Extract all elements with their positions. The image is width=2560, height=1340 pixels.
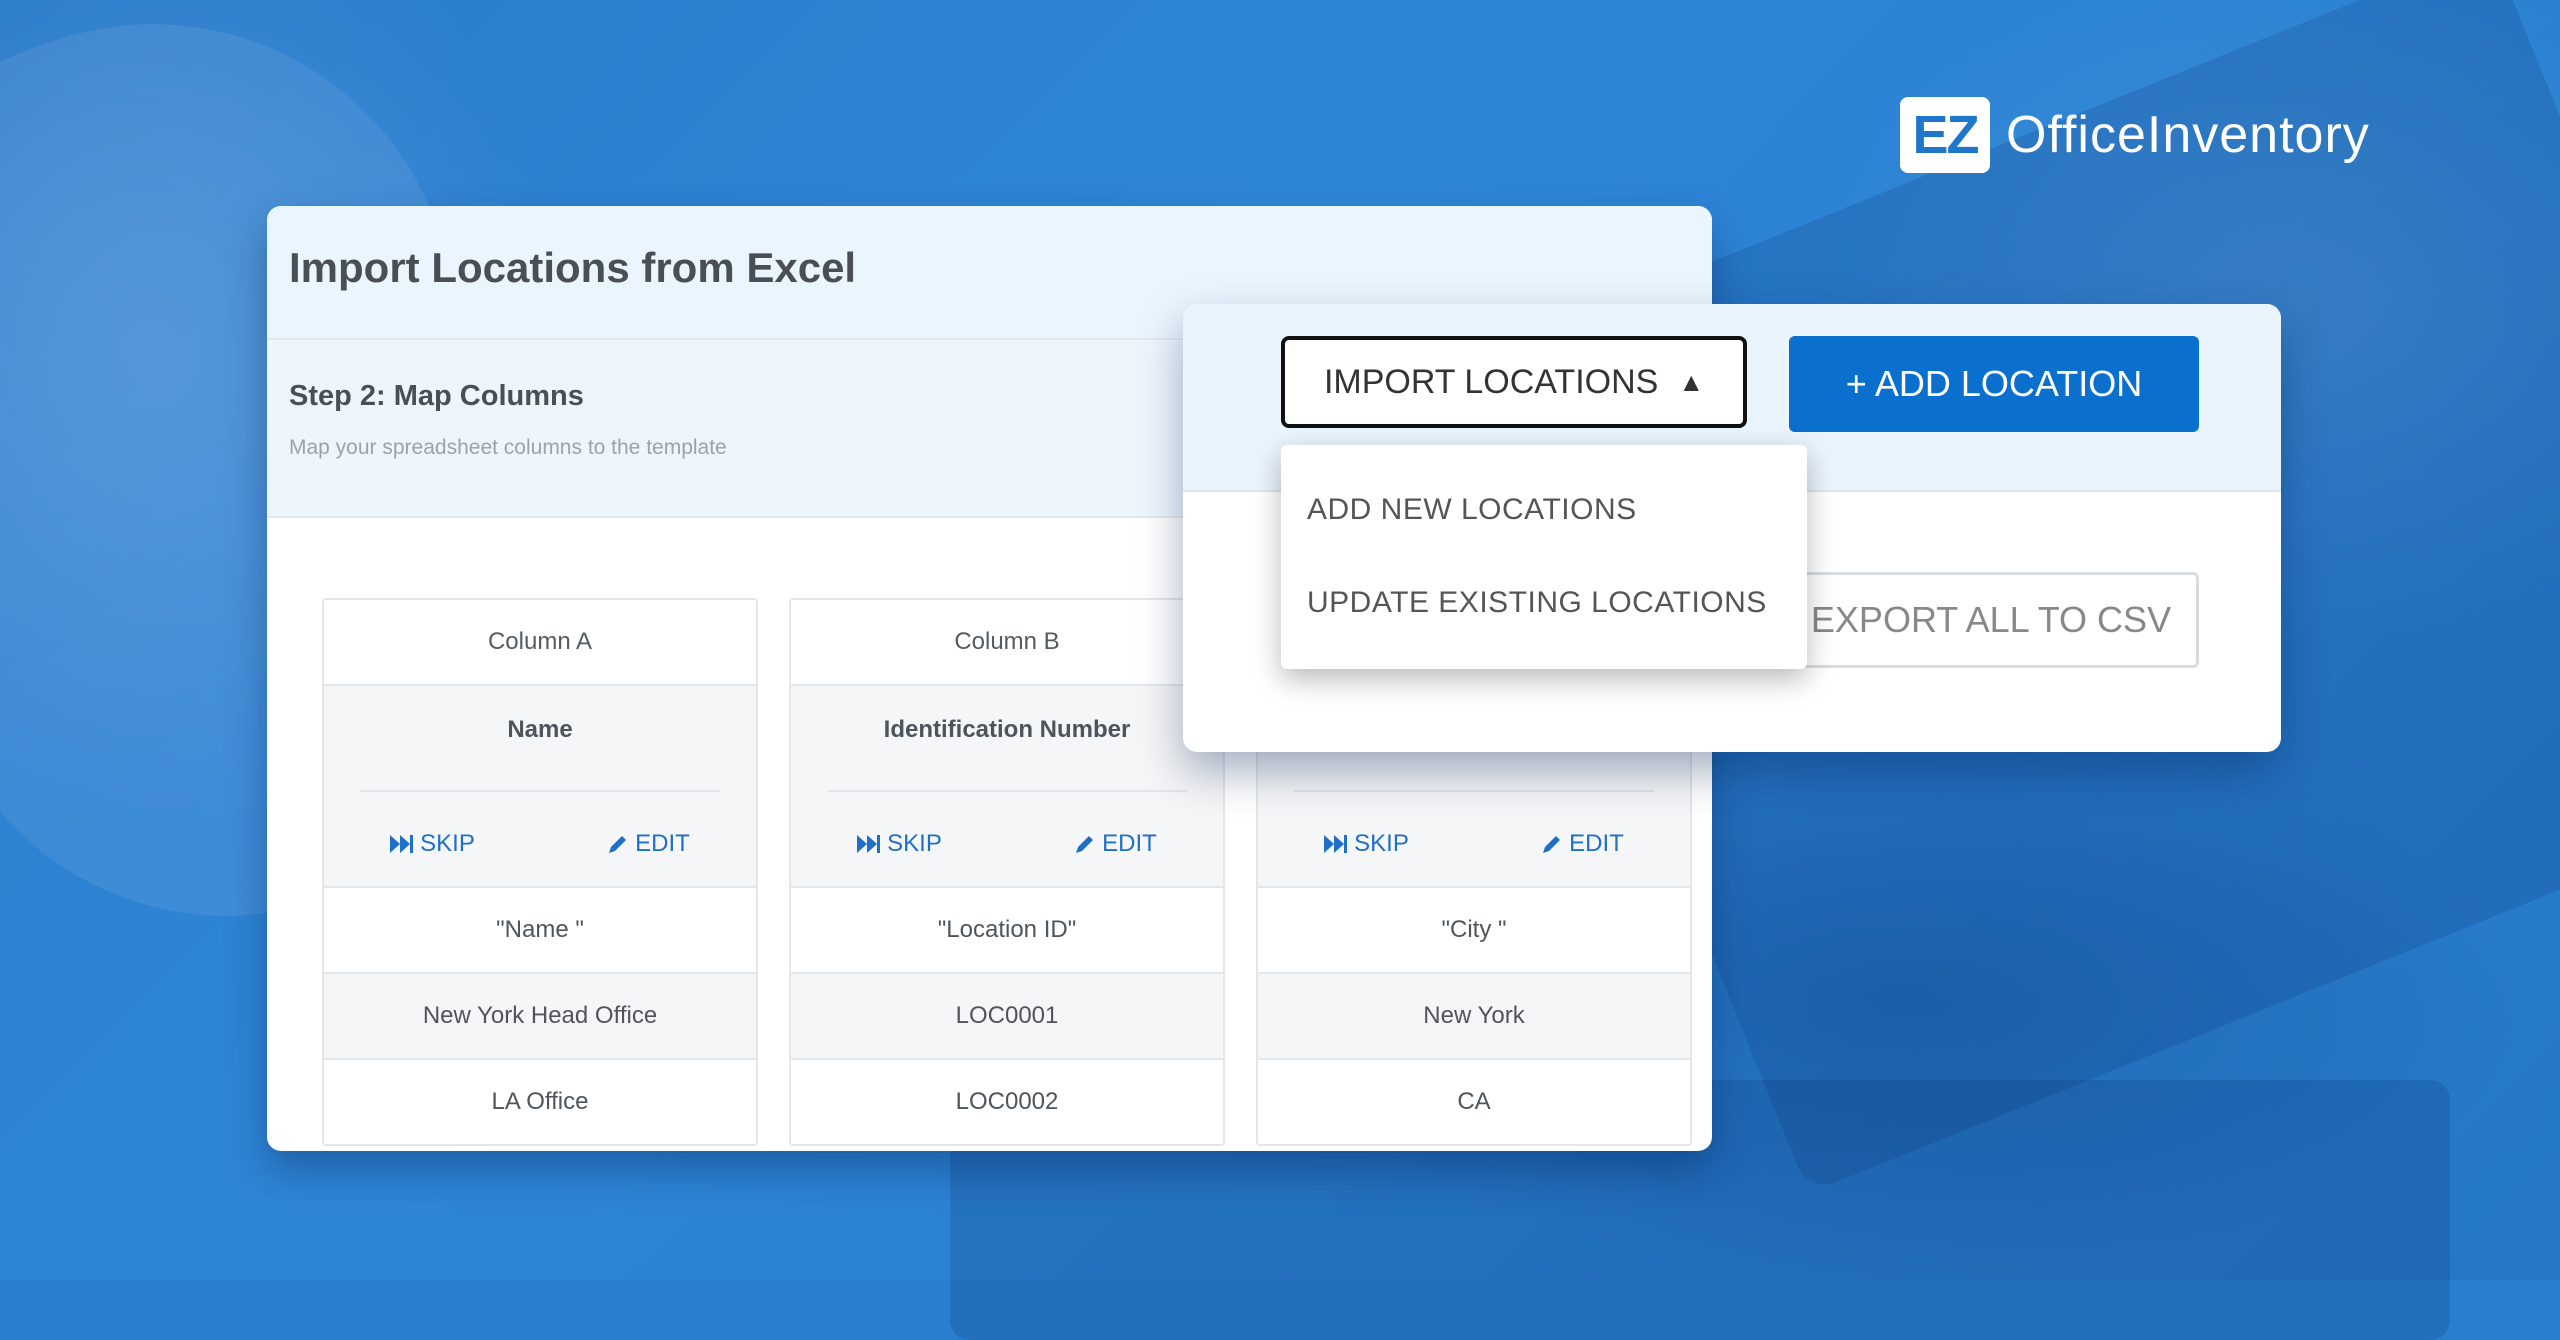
cell-value: LOC0002 [955,1088,1059,1115]
caret-up-icon: ▲ [1678,366,1705,397]
menu-item-update-existing-locations[interactable]: UPDATE EXISTING LOCATIONS [1307,586,1767,620]
import-locations-button[interactable]: IMPORT LOCATIONS ▲ [1281,336,1747,428]
column-actions: SKIP EDIT [324,830,756,858]
mapped-field: Name [507,716,573,743]
cell-value: New York Head Office [324,974,756,1060]
mapped-field: Identification Number [883,716,1131,743]
column-header: Column A [324,600,756,686]
logo-text: OfficeInventory [2006,106,2370,164]
brand-logo: EZ OfficeInventory [1900,96,2370,174]
cell-value: "Name " [324,888,756,974]
fast-forward-icon [857,835,881,853]
column-actions: SKIP EDIT [1258,830,1690,858]
cell-value: CA [1457,1088,1491,1115]
edit-button[interactable]: EDIT [1074,830,1157,858]
import-dropdown-menu: ADD NEW LOCATIONS UPDATE EXISTING LOCATI… [1281,445,1807,669]
skip-button[interactable]: SKIP [857,830,942,858]
fast-forward-icon [1324,835,1348,853]
export-csv-button[interactable]: EXPORT ALL TO CSV [1783,572,2199,668]
edit-label: EDIT [1102,830,1157,857]
skip-label: SKIP [1354,830,1409,857]
column-actions: SKIP EDIT [791,830,1223,858]
pencil-icon [1543,836,1561,853]
column-mapping: Name SKIP EDIT [324,686,756,888]
pencil-icon [609,836,627,853]
fast-forward-icon [390,835,414,853]
skip-label: SKIP [420,830,475,857]
edit-button[interactable]: EDIT [607,830,690,858]
column-card-b: Column B Identification Number SKIP EDIT… [789,598,1225,1146]
column-header: Column B [791,600,1223,686]
skip-label: SKIP [887,830,942,857]
skip-button[interactable]: SKIP [390,830,475,858]
import-label: IMPORT LOCATIONS [1323,362,1659,401]
column-card-a: Column A Name SKIP EDIT "Name " New York… [322,598,758,1146]
cell-value: "City " [1258,888,1690,974]
edit-button[interactable]: EDIT [1541,830,1624,858]
menu-item-add-new-locations[interactable]: ADD NEW LOCATIONS [1307,493,1637,527]
cell-value: "Location ID" [791,888,1223,974]
logo-mark: EZ [1900,97,1990,173]
cell-value: LOC0001 [791,974,1223,1060]
divider [1294,790,1654,792]
page-title: Import Locations from Excel [289,244,857,291]
step-subtitle: Map your spreadsheet columns to the temp… [289,436,727,459]
pencil-icon [1076,836,1094,853]
cell-value: LA Office [491,1088,589,1115]
add-location-button[interactable]: + ADD LOCATION [1789,336,2199,432]
skip-button[interactable]: SKIP [1324,830,1409,858]
divider [827,790,1187,792]
column-mapping: Identification Number SKIP EDIT [791,686,1223,888]
step-title: Step 2: Map Columns [289,380,584,412]
edit-label: EDIT [1569,830,1624,857]
cell-value: New York [1258,974,1690,1060]
divider [360,790,720,792]
edit-label: EDIT [635,830,690,857]
